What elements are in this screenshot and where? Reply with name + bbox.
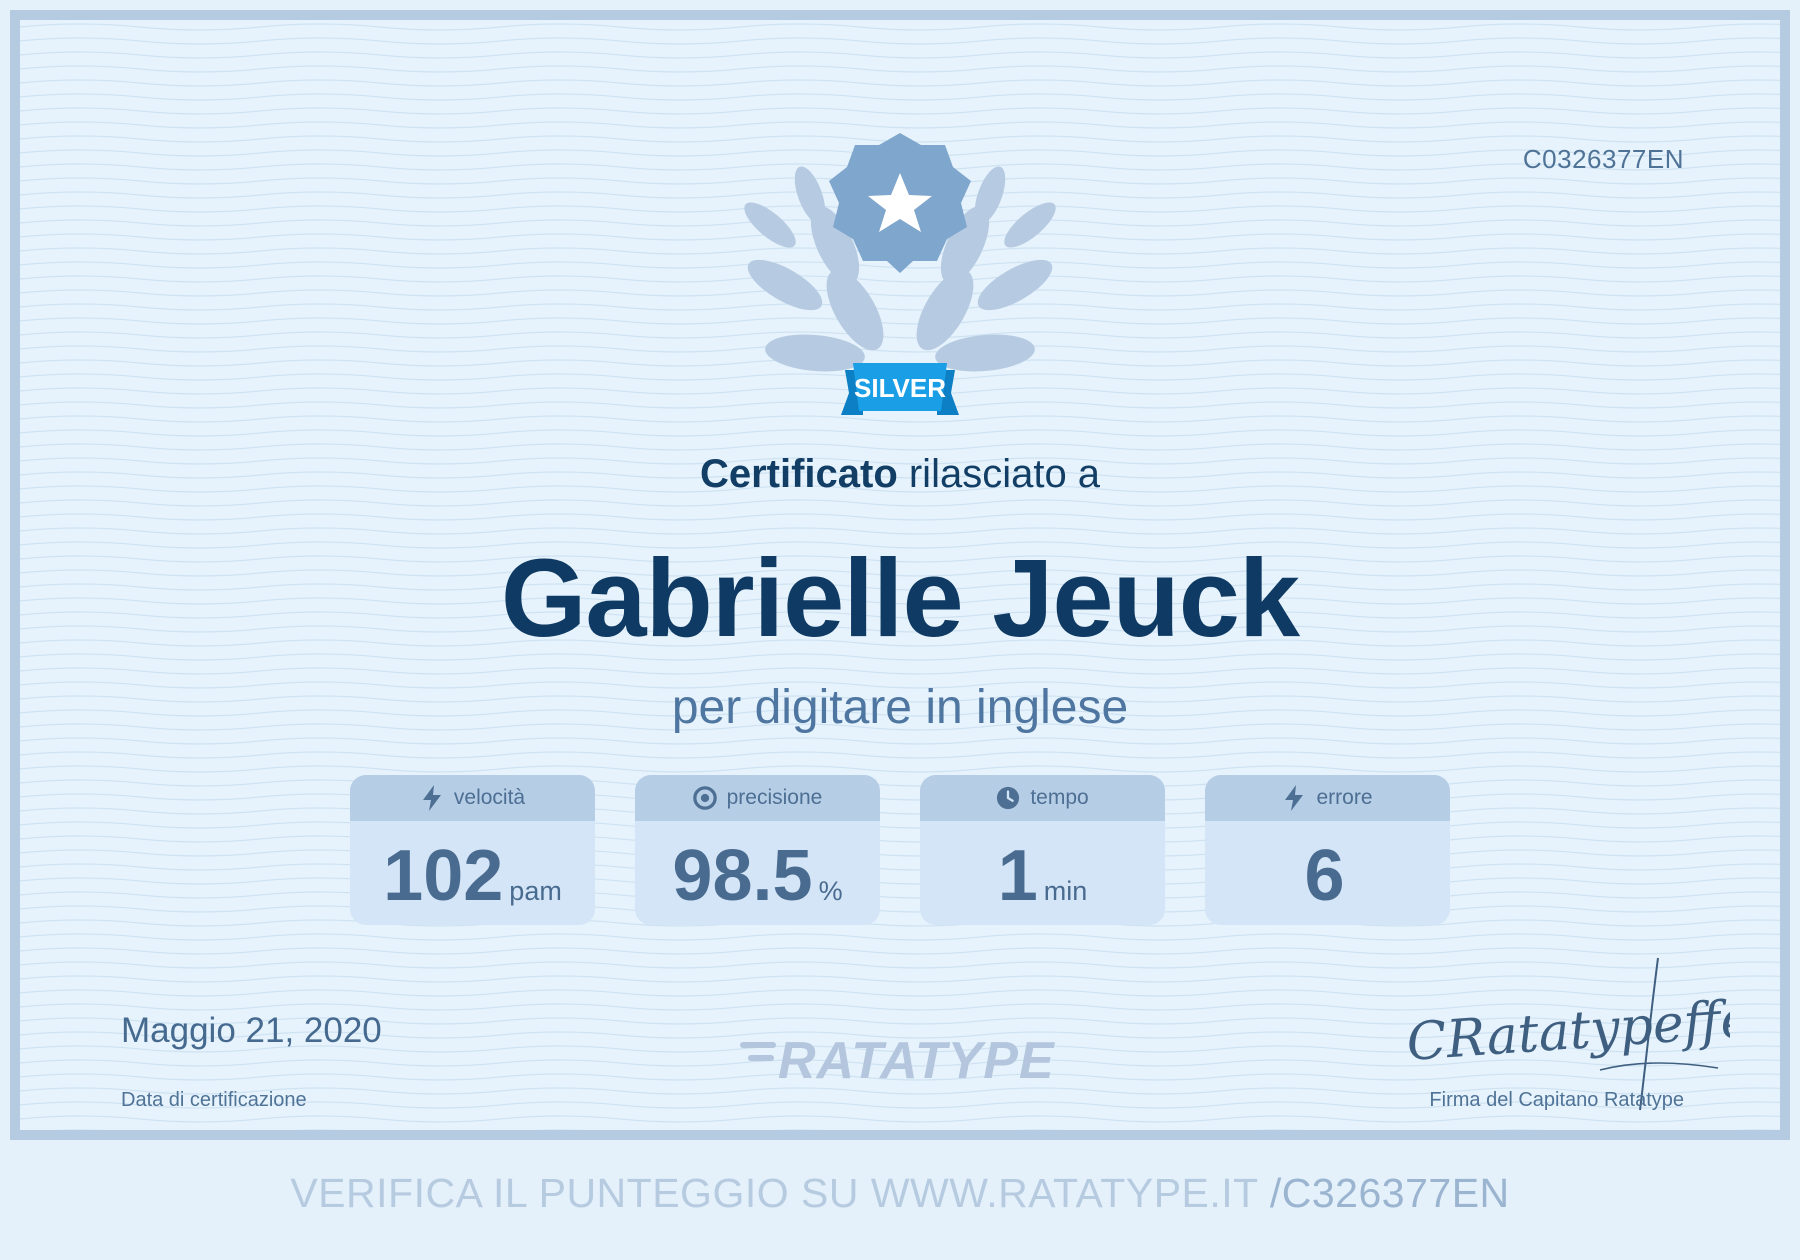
ribbon: SILVER [841, 363, 959, 415]
certificate-id: C0326377EN [1522, 144, 1684, 174]
stat-card-errors: errore 6 [1205, 775, 1450, 925]
stat-label: tempo [1030, 786, 1089, 809]
stat-unit: min [1043, 876, 1088, 906]
stat-body: 6 [1205, 821, 1450, 925]
stat-header: errore [1205, 775, 1450, 821]
stat-body: 102 pam [350, 821, 595, 925]
stat-label: errore [1316, 786, 1373, 809]
verify-score-link[interactable]: VERIFICA IL PUNTEGGIO SU WWW.RATATYPE.IT… [0, 1170, 1800, 1217]
stats-row: velocità 102 pam precisione 98.5 % tempo [350, 775, 1450, 925]
stat-header: velocità [350, 775, 595, 821]
lightning-icon [1285, 785, 1304, 811]
certification-date: Maggio 21, 2020 [121, 1011, 382, 1050]
stat-label: precisione [726, 786, 823, 809]
issued-rest: rilasciato a [897, 452, 1101, 496]
stat-value: 102 [383, 836, 504, 916]
stat-unit: pam [509, 876, 562, 906]
clock-icon [997, 786, 1020, 810]
stat-body: 98.5 % [635, 821, 880, 925]
ratatype-logo: RATATYPE [740, 1032, 1055, 1088]
certificate: C0326377EN SILVER Certificato rilasciato… [10, 10, 1790, 1140]
logo-text: RATATYPE [778, 1032, 1055, 1088]
certification-date-label: Data di certificazione [121, 1089, 307, 1111]
verify-code: /C326377EN [1269, 1170, 1510, 1216]
level-text: SILVER [854, 373, 946, 403]
recipient-name: Gabrielle Jeuck [500, 537, 1300, 660]
signature-text: CRatatypeffé [1405, 989, 1730, 1073]
stat-value: 1 [997, 836, 1038, 916]
stat-card-accuracy: precisione 98.5 % [635, 775, 880, 925]
stat-value: 98.5 [672, 836, 813, 916]
stat-card-speed: velocità 102 pam [350, 775, 595, 925]
stat-header: precisione [635, 775, 880, 821]
issued-bold: Certificato [699, 452, 898, 496]
stat-value: 6 [1304, 836, 1345, 916]
target-icon [692, 786, 717, 810]
issued-line: Certificato rilasciato a [20, 452, 1780, 497]
verify-text: VERIFICA IL PUNTEGGIO SU WWW.RATATYPE.IT [290, 1170, 1270, 1216]
stat-body: 1 min [920, 821, 1165, 925]
stat-label: velocità [453, 786, 526, 809]
stat-card-time: tempo 1 min [920, 775, 1165, 925]
stat-unit: % [818, 876, 843, 906]
signature-label: Firma del Capitano Ratatype [1429, 1089, 1684, 1111]
silver-badge: SILVER [744, 133, 1056, 415]
stat-header: tempo [920, 775, 1165, 821]
certificate-subject: per digitare in inglese [671, 681, 1129, 734]
lightning-icon [422, 785, 441, 811]
